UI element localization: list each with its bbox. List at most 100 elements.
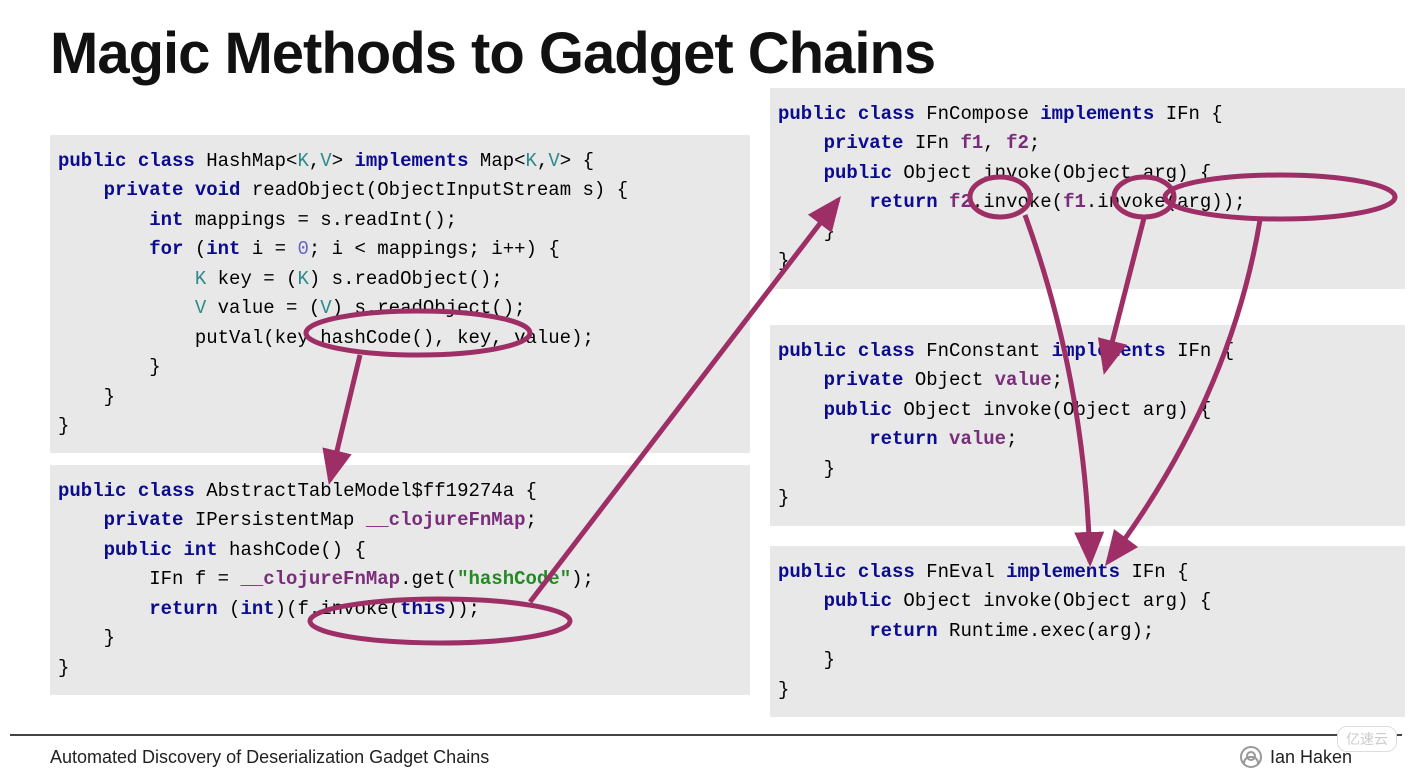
- t: f2: [1006, 132, 1029, 154]
- code-abstracttable: public class AbstractTableModel$ff19274a…: [50, 465, 750, 695]
- t: Object: [903, 369, 994, 391]
- t: ;: [526, 509, 537, 531]
- t: return: [778, 620, 938, 642]
- t: }: [778, 487, 789, 509]
- t: IFn f =: [58, 568, 240, 590]
- t: public: [778, 590, 892, 612]
- t: 0: [297, 238, 308, 260]
- t: }: [778, 250, 789, 272]
- t: class: [138, 150, 195, 172]
- t: private: [58, 179, 183, 201]
- t: ; i < mappings; i++) {: [309, 238, 560, 260]
- t: implements: [1052, 340, 1166, 362]
- t: hashCode() {: [218, 539, 366, 561]
- t: .invoke(: [972, 191, 1063, 213]
- t: f2: [949, 191, 972, 213]
- t: }: [58, 356, 161, 378]
- t: this: [400, 598, 446, 620]
- t: }: [778, 458, 835, 480]
- t: value: [995, 369, 1052, 391]
- t: public: [778, 162, 892, 184]
- t: K: [526, 150, 537, 172]
- t: FnEval: [915, 561, 1006, 583]
- t: return: [58, 598, 218, 620]
- t: HashMap<: [195, 150, 298, 172]
- t: IFn {: [1166, 340, 1234, 362]
- t: public: [778, 103, 846, 125]
- t: Object invoke(Object arg) {: [892, 162, 1211, 184]
- t: f1: [960, 132, 983, 154]
- t: public: [778, 399, 892, 421]
- t: ;: [1006, 428, 1017, 450]
- t: class: [138, 480, 195, 502]
- footer-divider: [10, 734, 1402, 736]
- t: [58, 297, 195, 319]
- t: implements: [1006, 561, 1120, 583]
- t: ;: [1029, 132, 1040, 154]
- t: Map<: [469, 150, 526, 172]
- code-fncompose: public class FnCompose implements IFn { …: [770, 88, 1405, 289]
- t: FnConstant: [915, 340, 1052, 362]
- t: IFn {: [1120, 561, 1188, 583]
- t: ) s.readObject();: [332, 297, 526, 319]
- t: }: [778, 221, 835, 243]
- t: ;: [1052, 369, 1063, 391]
- t: int: [206, 238, 240, 260]
- t: K: [297, 150, 308, 172]
- t: f1: [1063, 191, 1086, 213]
- t: public: [58, 150, 126, 172]
- t: "hashCode": [457, 568, 571, 590]
- t: class: [858, 561, 915, 583]
- t: return: [778, 428, 938, 450]
- t: putVal(key.hashCode(), key, value);: [58, 327, 594, 349]
- t: void: [195, 179, 241, 201]
- t: );: [571, 568, 594, 590]
- t: ));: [446, 598, 480, 620]
- code-fnconstant: public class FnConstant implements IFn {…: [770, 325, 1405, 526]
- code-fneval: public class FnEval implements IFn { pub…: [770, 546, 1405, 717]
- watermark: 亿速云: [1337, 726, 1397, 752]
- t: __clojureFnMap: [240, 568, 400, 590]
- footer-title: Automated Discovery of Deserialization G…: [50, 747, 489, 768]
- t: Object invoke(Object arg) {: [892, 590, 1211, 612]
- t: mappings = s.readInt();: [183, 209, 457, 231]
- t: value = (: [206, 297, 320, 319]
- slide: Magic Methods to Gadget Chains public cl…: [0, 0, 1412, 780]
- t: int: [58, 209, 183, 231]
- t: }: [58, 386, 115, 408]
- t: Object invoke(Object arg) {: [892, 399, 1211, 421]
- t: ,: [983, 132, 1006, 154]
- t: K: [297, 268, 308, 290]
- t: .invoke(arg));: [1086, 191, 1246, 213]
- t: V: [195, 297, 206, 319]
- t: ,: [537, 150, 548, 172]
- t: > {: [560, 150, 594, 172]
- t: [58, 268, 195, 290]
- t: value: [949, 428, 1006, 450]
- t: i =: [240, 238, 297, 260]
- t: .get(: [400, 568, 457, 590]
- t: public: [58, 539, 172, 561]
- t: int: [183, 539, 217, 561]
- t: (: [183, 238, 206, 260]
- t: ,: [309, 150, 320, 172]
- t: ) s.readObject();: [309, 268, 503, 290]
- t: implements: [1040, 103, 1154, 125]
- t: AbstractTableModel$ff19274a {: [195, 480, 537, 502]
- t: private: [58, 509, 183, 531]
- t: __clojureFnMap: [366, 509, 526, 531]
- t: FnCompose: [915, 103, 1040, 125]
- t: class: [858, 340, 915, 362]
- t: readObject(ObjectInputStream s) {: [240, 179, 628, 201]
- t: return: [778, 191, 938, 213]
- person-icon: [1240, 746, 1262, 768]
- t: }: [58, 627, 115, 649]
- t: class: [858, 103, 915, 125]
- t: (: [218, 598, 241, 620]
- t: }: [58, 657, 69, 679]
- t: public: [778, 340, 846, 362]
- t: private: [778, 369, 903, 391]
- t: }: [778, 679, 789, 701]
- t: public: [58, 480, 126, 502]
- t: V: [320, 150, 331, 172]
